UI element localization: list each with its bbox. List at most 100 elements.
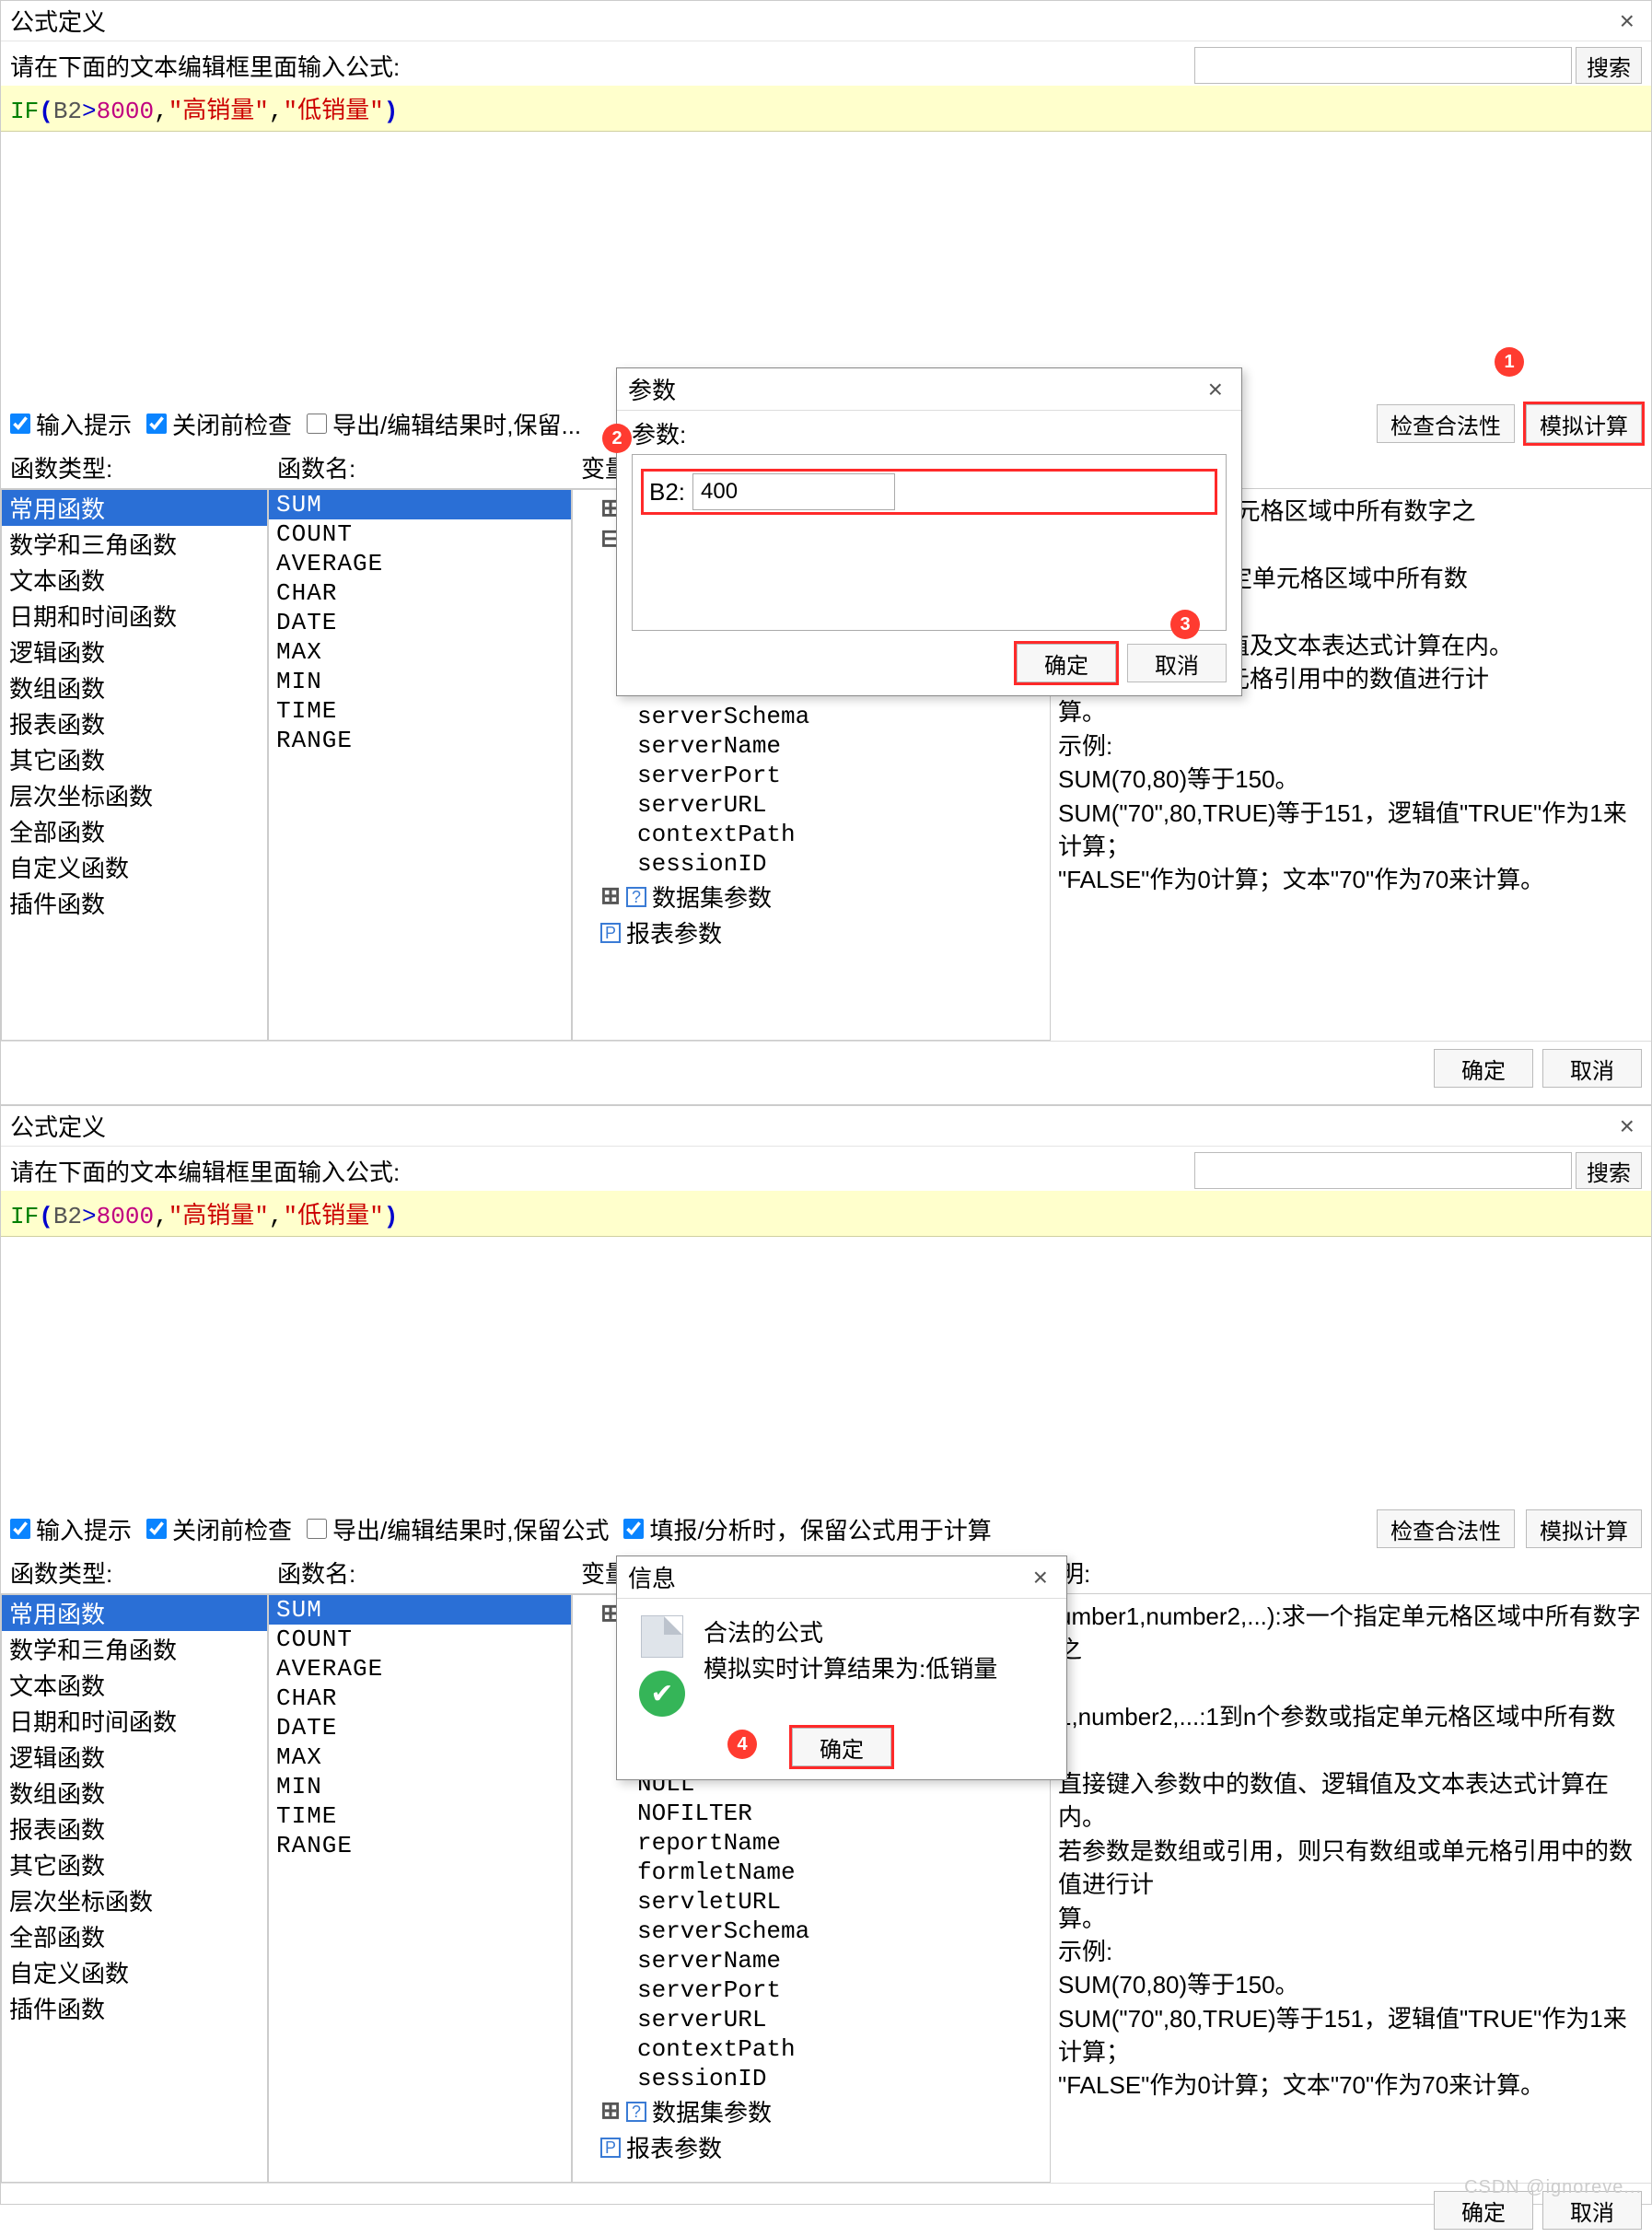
func-name-item[interactable]: COUNT [269,1625,571,1654]
close-icon[interactable]: × [1201,375,1230,404]
func-type-item[interactable]: 插件函数 [2,885,267,921]
tree-item[interactable]: sessionID [578,2064,1044,2093]
simulate-button[interactable]: 模拟计算 [1526,404,1642,443]
check-validity-button[interactable]: 检查合法性 [1377,404,1515,443]
chk-hint[interactable]: 输入提示 [10,407,132,441]
tree-item[interactable]: formletName [578,1858,1044,1887]
search-button[interactable]: 搜索 [1576,1152,1642,1189]
func-type-item[interactable]: 数组函数 [2,1775,267,1811]
tree-item[interactable]: reportName [578,1828,1044,1858]
func-type-item[interactable]: 插件函数 [2,1990,267,2026]
func-type-item[interactable]: 数学和三角函数 [2,526,267,562]
func-type-item[interactable]: 文本函数 [2,562,267,598]
func-type-item[interactable]: 其它函数 [2,1847,267,1882]
cancel-button[interactable]: 取消 [1542,2191,1642,2230]
label-func-type: 函数类型: [10,450,277,484]
param-cell-input[interactable] [692,473,895,510]
func-type-item[interactable]: 层次坐标函数 [2,1882,267,1918]
simulate-button[interactable]: 模拟计算 [1526,1509,1642,1548]
search-input[interactable] [1194,47,1572,84]
func-type-item[interactable]: 日期和时间函数 [2,1703,267,1739]
param-ok-button[interactable]: 确定 [1017,644,1116,682]
chk-hint[interactable]: 输入提示 [10,1512,132,1546]
chk-close-check[interactable]: 关闭前检查 [146,1512,292,1546]
func-type-list[interactable]: 常用函数 数学和三角函数 文本函数 日期和时间函数 逻辑函数 数组函数 报表函数… [1,489,268,1041]
func-name-item[interactable]: MAX [269,637,571,667]
func-name-list[interactable]: SUM COUNT AVERAGE CHAR DATE MAX MIN TIME… [268,489,572,1041]
expand-icon[interactable]: ⊞ [600,882,621,911]
func-type-item[interactable]: 全部函数 [2,813,267,849]
func-type-item[interactable]: 层次坐标函数 [2,777,267,813]
func-type-item[interactable]: 自定义函数 [2,849,267,885]
info-ok-button[interactable]: 确定 [792,1728,891,1766]
tree-item[interactable]: contextPath [578,820,1044,849]
search-box: 搜索 [1194,1152,1642,1189]
tree-group[interactable]: P报表参数 [578,915,1044,950]
func-name-item[interactable]: DATE [269,608,571,637]
tree-item[interactable]: serverSchema [578,1917,1044,1946]
expand-icon[interactable]: ⊞ [600,2097,621,2126]
func-name-item[interactable]: RANGE [269,1831,571,1860]
func-name-item[interactable]: AVERAGE [269,1654,571,1684]
close-icon[interactable]: × [1612,1112,1642,1141]
func-name-item[interactable]: CHAR [269,1684,571,1713]
func-name-item[interactable]: TIME [269,696,571,726]
func-name-item[interactable]: COUNT [269,519,571,549]
func-name-item[interactable]: TIME [269,1801,571,1831]
formula-editor[interactable]: IF(B2>8000,"高销量","低销量") [1,86,1651,132]
func-name-item[interactable]: RANGE [269,726,571,755]
func-name-item[interactable]: MIN [269,667,571,696]
formula-window-2: 公式定义 × 请在下面的文本编辑框里面输入公式: 搜索 IF(B2>8000,"… [0,1105,1652,2205]
func-type-item[interactable]: 常用函数 [2,1595,267,1631]
tree-item[interactable]: NOFILTER [578,1799,1044,1828]
func-type-item[interactable]: 其它函数 [2,741,267,777]
func-type-item[interactable]: 报表函数 [2,1811,267,1847]
check-validity-button[interactable]: 检查合法性 [1377,1509,1515,1548]
func-type-list[interactable]: 常用函数 数学和三角函数 文本函数 日期和时间函数 逻辑函数 数组函数 报表函数… [1,1594,268,2183]
tree-item[interactable]: servletURL [578,1887,1044,1917]
func-type-item[interactable]: 报表函数 [2,705,267,741]
tree-item[interactable]: sessionID [578,849,1044,879]
func-type-item[interactable]: 逻辑函数 [2,634,267,670]
tree-item[interactable]: serverURL [578,790,1044,820]
search-button[interactable]: 搜索 [1576,47,1642,84]
tree-item[interactable]: serverName [578,1946,1044,1975]
ok-button[interactable]: 确定 [1434,1049,1533,1088]
close-icon[interactable]: × [1612,6,1642,36]
tree-item[interactable]: serverPort [578,1975,1044,2005]
func-type-item[interactable]: 常用函数 [2,490,267,526]
func-type-item[interactable]: 数学和三角函数 [2,1631,267,1667]
func-name-item[interactable]: SUM [269,1595,571,1625]
tree-group[interactable]: ⊞?数据集参数 [578,879,1044,915]
func-type-item[interactable]: 文本函数 [2,1667,267,1703]
tree-item[interactable]: serverSchema [578,702,1044,731]
ok-button[interactable]: 确定 [1434,2191,1533,2230]
func-name-item[interactable]: SUM [269,490,571,519]
func-type-item[interactable]: 日期和时间函数 [2,598,267,634]
func-type-item[interactable]: 逻辑函数 [2,1739,267,1775]
tree-group[interactable]: P报表参数 [578,2129,1044,2165]
chk-analyze[interactable]: 填报/分析时，保留公式用于计算 [623,1512,991,1546]
func-name-item[interactable]: CHAR [269,578,571,608]
func-name-item[interactable]: DATE [269,1713,571,1742]
tree-group[interactable]: ⊞?数据集参数 [578,2093,1044,2129]
cancel-button[interactable]: 取消 [1542,1049,1642,1088]
func-name-item[interactable]: MAX [269,1742,571,1772]
chk-export[interactable]: 导出/编辑结果时,保留... [307,407,581,441]
tree-item[interactable]: serverPort [578,761,1044,790]
chk-close-check[interactable]: 关闭前检查 [146,407,292,441]
param-cancel-button[interactable]: 取消 [1127,644,1227,682]
close-icon[interactable]: × [1026,1563,1055,1592]
func-name-list[interactable]: SUM COUNT AVERAGE CHAR DATE MAX MIN TIME… [268,1594,572,2183]
func-type-item[interactable]: 自定义函数 [2,1954,267,1990]
func-name-item[interactable]: AVERAGE [269,549,571,578]
func-name-item[interactable]: MIN [269,1772,571,1801]
func-type-item[interactable]: 全部函数 [2,1918,267,1954]
search-input[interactable] [1194,1152,1572,1189]
tree-item[interactable]: serverName [578,731,1044,761]
formula-editor[interactable]: IF(B2>8000,"高销量","低销量") [1,1191,1651,1237]
tree-item[interactable]: serverURL [578,2005,1044,2034]
func-type-item[interactable]: 数组函数 [2,670,267,705]
tree-item[interactable]: contextPath [578,2034,1044,2064]
chk-export[interactable]: 导出/编辑结果时,保留公式 [307,1512,609,1546]
